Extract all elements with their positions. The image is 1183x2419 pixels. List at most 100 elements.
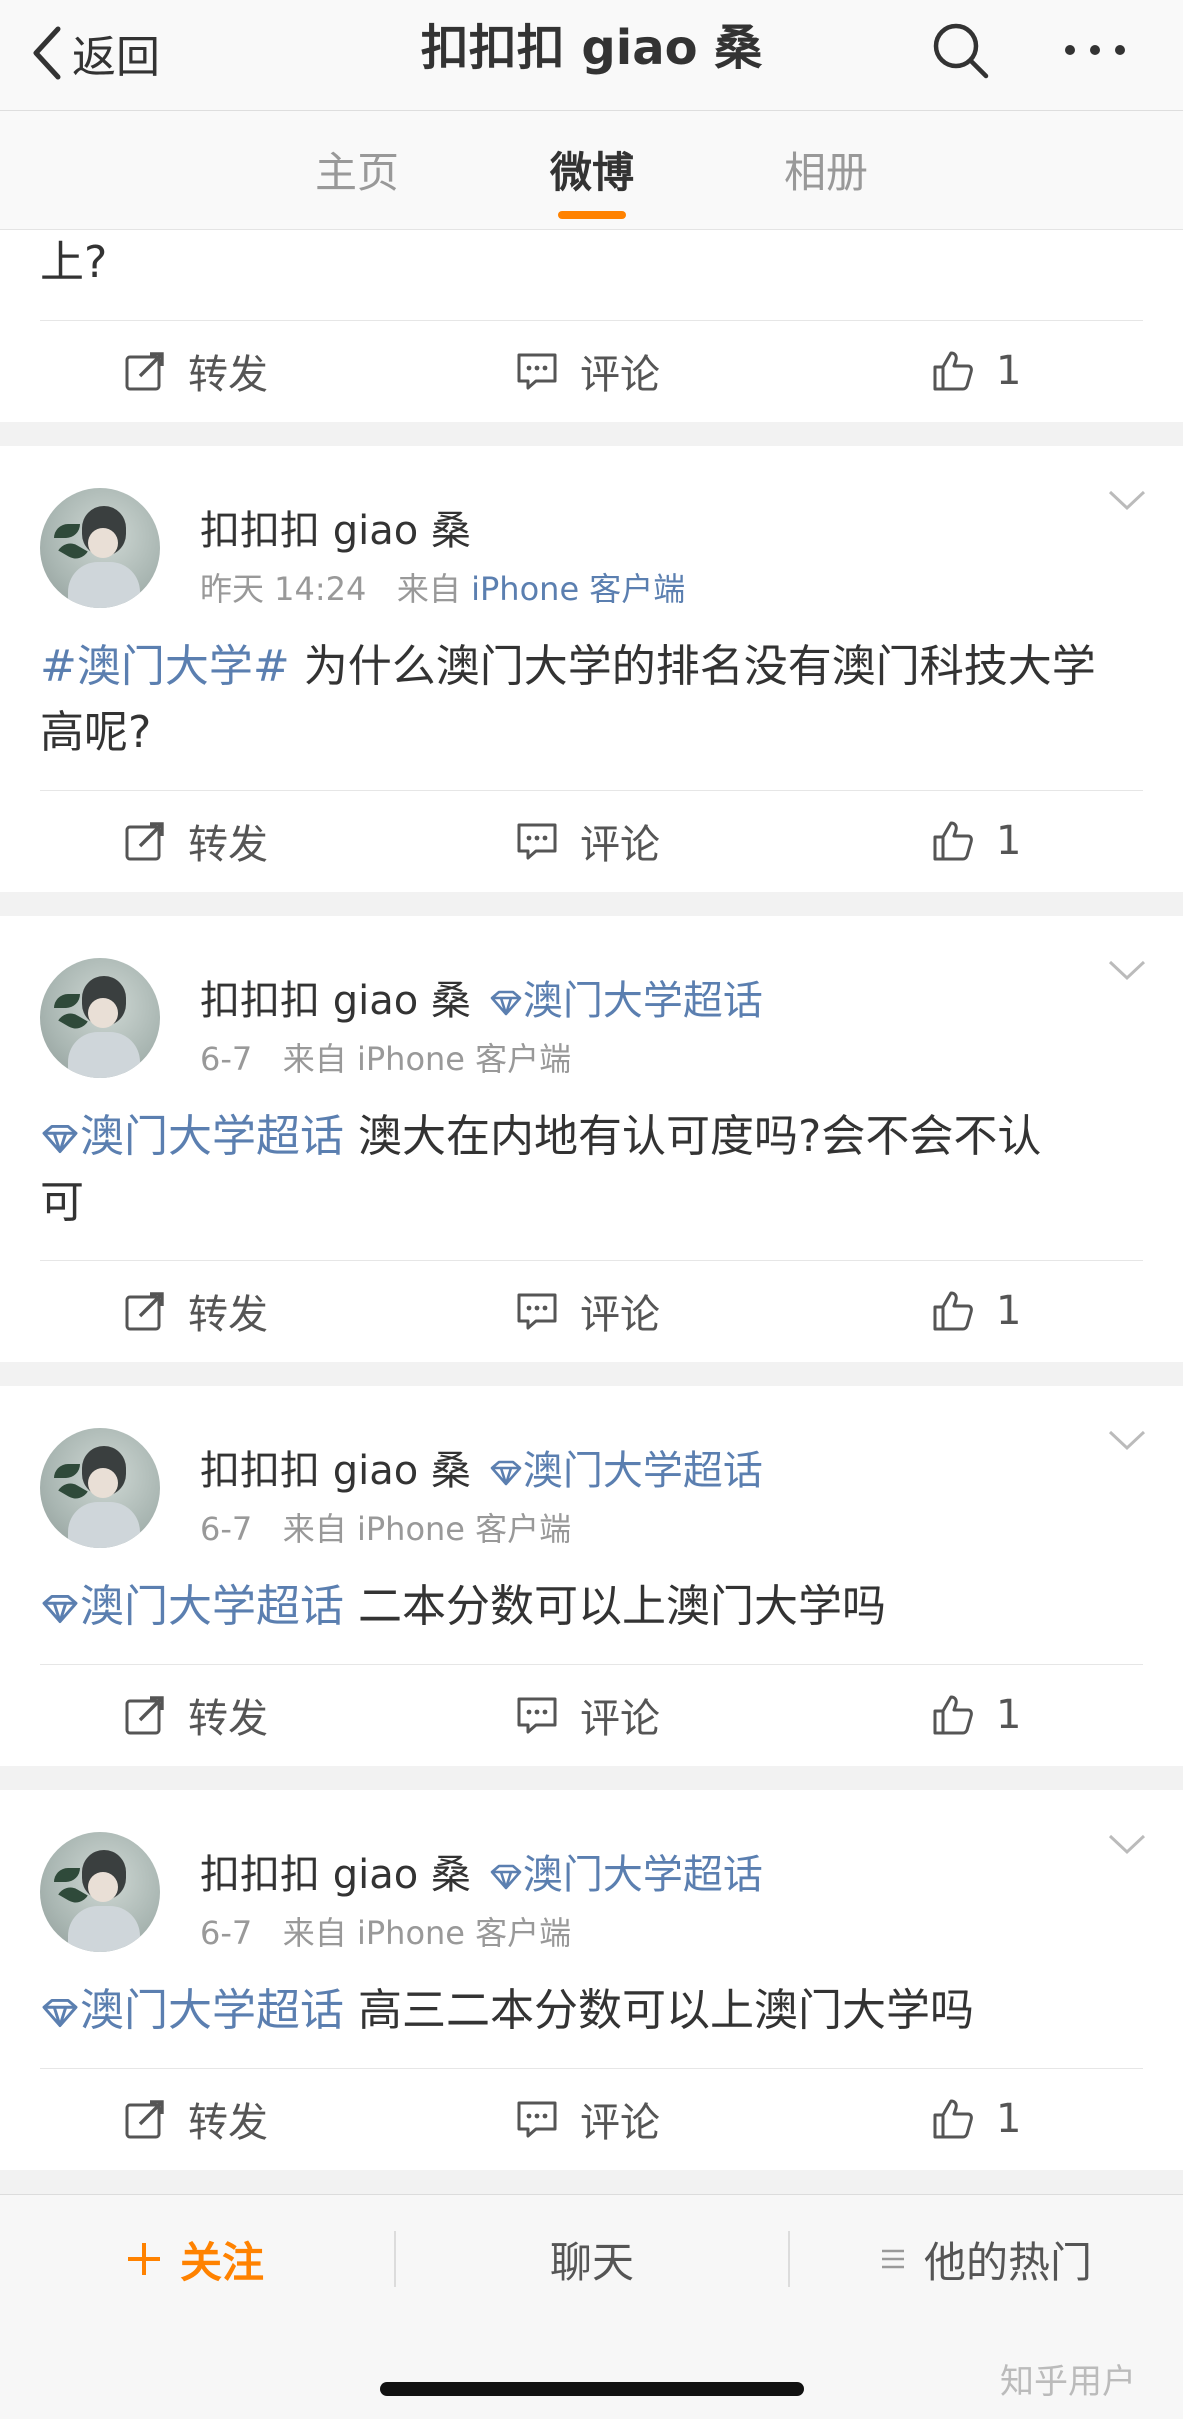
page-title: 扣扣扣 giao 桑 [420,20,763,76]
his-hot-button[interactable]: 他的热门 [880,2229,1092,2289]
thumbs-up-icon [933,2099,973,2139]
post-body-line1: 二本分数可以上澳门大学吗 [344,1581,886,1632]
repost-icon [125,822,164,861]
post-card[interactable]: 扣扣扣 giao 桑澳门大学超话 6-7 来自 iPhone 客户端 澳门大学超… [0,1790,1183,2170]
comment-button[interactable]: 评论 [516,2069,660,2169]
comment-icon [517,2101,557,2138]
post-card[interactable]: 扣扣扣 giao 桑澳门大学超话 6-7 来自 iPhone 客户端 澳门大学超… [0,916,1183,1362]
comment-icon [517,353,557,390]
topic-link[interactable]: 澳门大学超话 [40,1581,344,1632]
follow-button[interactable]: 关注 [126,2229,264,2289]
repost-button[interactable]: 转发 [124,1665,268,1765]
post-author[interactable]: 扣扣扣 giao 桑 [200,498,471,556]
tab-weibo[interactable]: 微博 [512,139,672,200]
avatar[interactable] [40,1428,160,1548]
post-card-partial[interactable]: 上? 转发 评论 1 [0,230,1183,422]
post-meta: 6-7 来自 iPhone 客户端 [200,1034,571,1080]
topic-link[interactable]: 澳门大学超话 [40,1985,344,2036]
supertopic-badge[interactable]: 澳门大学超话 [489,1448,763,1494]
search-icon[interactable] [930,20,990,80]
chat-button[interactable]: 聊天 [550,2229,634,2289]
like-button[interactable]: 1 [932,2069,1021,2169]
thumbs-up-icon [933,351,973,391]
like-button[interactable]: 1 [932,1665,1021,1765]
comment-button[interactable]: 评论 [516,321,660,421]
thumbs-up-icon [933,1695,973,1735]
repost-button[interactable]: 转发 [124,791,268,891]
post-time: 6-7 [200,1914,253,1952]
topic-label: 澳门大学超话 [80,1111,344,1162]
source-prefix: 来自 [396,570,461,608]
source-prefix: 来自 [282,1510,347,1548]
repost-icon [125,1696,164,1735]
chat-label: 聊天 [550,2237,635,2287]
repost-button[interactable]: 转发 [124,1261,268,1361]
like-button[interactable]: 1 [932,791,1021,891]
diamond-icon [490,1460,522,1486]
comment-label: 评论 [580,352,660,398]
watermark: 知乎用户 [1000,2362,1136,2402]
post-author[interactable]: 扣扣扣 giao 桑 澳门大学超话 [200,968,763,1026]
post-source[interactable]: iPhone 客户端 [357,1510,571,1548]
tab-home[interactable]: 主页 [277,139,437,200]
post-action-bar: 转发 评论 1 [0,1665,1183,1765]
post-body-line1: 为什么澳门大学的排名没有澳门科技大学 [289,641,1096,692]
repost-label: 转发 [188,2100,268,2146]
chevron-down-icon[interactable] [1107,958,1147,982]
repost-label: 转发 [188,1696,268,1742]
author-name: 扣扣扣 giao 桑 [200,1448,471,1494]
post-text: 澳门大学超话 高三二本分数可以上澳门大学吗 [40,1978,1143,2044]
post-body-line2: 高呢? [40,707,152,758]
thumbs-up-icon [933,1291,973,1331]
author-name: 扣扣扣 giao 桑 [200,508,471,554]
badge-label: 澳门大学超话 [522,1448,763,1494]
repost-label: 转发 [188,1292,268,1338]
topic-label: 澳门大学超话 [80,1581,344,1632]
separator [394,2231,396,2287]
badge-label: 澳门大学超话 [522,1852,763,1898]
chevron-down-icon[interactable] [1107,1428,1147,1452]
post-source[interactable]: iPhone 客户端 [357,1914,571,1952]
post-author[interactable]: 扣扣扣 giao 桑 澳门大学超话 [200,1438,763,1496]
comment-button[interactable]: 评论 [516,1665,660,1765]
comment-icon [517,823,557,860]
home-indicator[interactable] [380,2382,804,2396]
diamond-icon [42,1124,78,1154]
post-author[interactable]: 扣扣扣 giao 桑 澳门大学超话 [200,1842,763,1900]
comment-label: 评论 [580,822,660,868]
thumbs-up-icon [933,821,973,861]
repost-label: 转发 [188,822,268,868]
supertopic-badge[interactable]: 澳门大学超话 [489,978,763,1024]
post-card[interactable]: 扣扣扣 giao 桑 昨天 14:24 来自 iPhone 客户端 #澳门大学#… [0,446,1183,892]
source-prefix: 来自 [282,1914,347,1952]
comment-button[interactable]: 评论 [516,791,660,891]
like-button[interactable]: 1 [932,1261,1021,1361]
repost-button[interactable]: 转发 [124,2069,268,2169]
repost-button[interactable]: 转发 [124,321,268,421]
topic-link[interactable]: #澳门大学# [40,641,290,692]
post-source[interactable]: iPhone 客户端 [357,1040,571,1078]
like-count: 1 [996,348,1022,394]
post-meta: 6-7 来自 iPhone 客户端 [200,1504,571,1550]
chevron-down-icon[interactable] [1107,488,1147,512]
avatar[interactable] [40,958,160,1078]
supertopic-badge[interactable]: 澳门大学超话 [489,1852,763,1898]
active-tab-indicator [558,211,626,219]
post-body-line2: 可 [40,1177,84,1228]
repost-label: 转发 [188,352,268,398]
like-button[interactable]: 1 [932,321,1021,421]
topic-link[interactable]: 澳门大学超话 [40,1111,344,1162]
more-icon[interactable] [1060,20,1130,80]
avatar[interactable] [40,488,160,608]
tab-album[interactable]: 相册 [746,139,906,200]
avatar[interactable] [40,1832,160,1952]
post-card[interactable]: 扣扣扣 giao 桑澳门大学超话 6-7 来自 iPhone 客户端 澳门大学超… [0,1386,1183,1766]
comment-button[interactable]: 评论 [516,1261,660,1361]
like-count: 1 [996,1692,1022,1738]
like-count: 1 [996,818,1022,864]
chevron-down-icon[interactable] [1107,1832,1147,1856]
post-action-bar: 转发 评论 1 [0,321,1183,421]
post-source[interactable]: iPhone 客户端 [471,570,685,608]
post-action-bar: 转发 评论 1 [0,2069,1183,2169]
follow-label: 关注 [180,2237,265,2287]
